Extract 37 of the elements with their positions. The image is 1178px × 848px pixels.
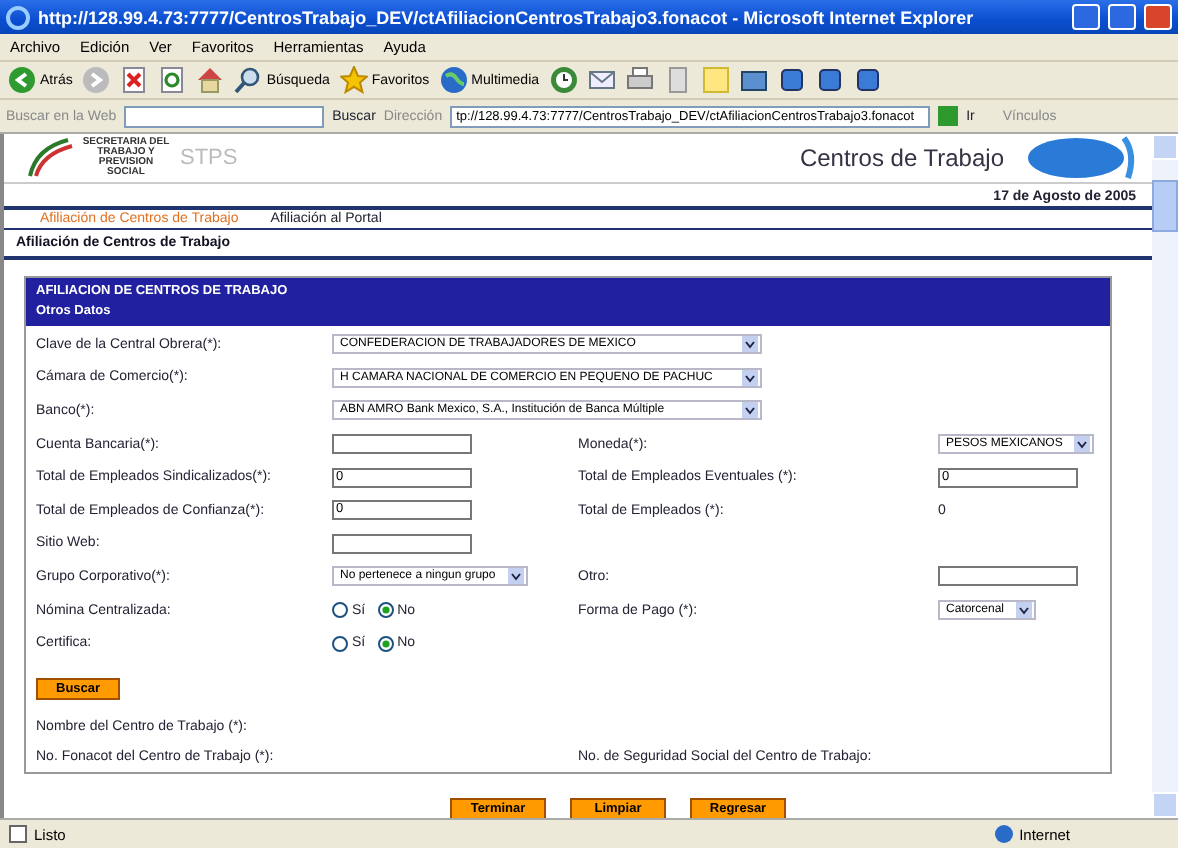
toolbar-icon[interactable] bbox=[777, 66, 806, 94]
globe-icon bbox=[993, 824, 1014, 844]
close-button[interactable] bbox=[1144, 4, 1172, 30]
clock-icon[interactable] bbox=[549, 66, 578, 94]
input-field[interactable] bbox=[332, 533, 472, 554]
printer-icon[interactable] bbox=[625, 66, 654, 94]
caret-icon bbox=[742, 336, 758, 353]
browser-icon bbox=[6, 5, 30, 29]
caret-icon bbox=[1016, 602, 1033, 619]
toolbar-icon[interactable] bbox=[815, 66, 844, 94]
globe-icon[interactable] bbox=[439, 66, 468, 94]
home-icon[interactable] bbox=[196, 66, 225, 94]
emblem-icon bbox=[24, 136, 76, 180]
caret-icon bbox=[1074, 436, 1091, 453]
toolbar-icon[interactable] bbox=[853, 66, 882, 94]
window-title: http://128.99.4.73:7777/CentrosTrabajo_DEV/ctAfiliacionCentrosTrabajo3.fonacot - Microsoft Internet Explorer bbox=[38, 7, 976, 27]
radio-button[interactable] bbox=[332, 602, 348, 619]
minimize-button[interactable] bbox=[1072, 4, 1100, 30]
search-icon[interactable] bbox=[234, 66, 263, 94]
radio-button[interactable] bbox=[332, 635, 348, 652]
maximize-button[interactable] bbox=[1108, 4, 1136, 30]
scrollbar[interactable] bbox=[1152, 134, 1178, 818]
site-title: Centros de Trabajo bbox=[799, 144, 1004, 172]
caret-icon bbox=[507, 568, 524, 585]
radio-button[interactable] bbox=[377, 602, 394, 619]
stop-icon[interactable] bbox=[120, 66, 149, 94]
page-icon bbox=[8, 824, 28, 844]
folder-icon[interactable] bbox=[739, 66, 768, 94]
input-field[interactable] bbox=[938, 566, 1078, 587]
caret-icon bbox=[742, 402, 758, 419]
search-field[interactable] bbox=[124, 105, 325, 127]
document-icon[interactable] bbox=[663, 66, 692, 94]
star-icon[interactable] bbox=[339, 66, 368, 94]
agency-acronym: STPS bbox=[180, 146, 238, 170]
radio-button[interactable] bbox=[377, 635, 394, 652]
input-field[interactable] bbox=[332, 434, 472, 455]
envelope-icon[interactable] bbox=[587, 66, 616, 94]
